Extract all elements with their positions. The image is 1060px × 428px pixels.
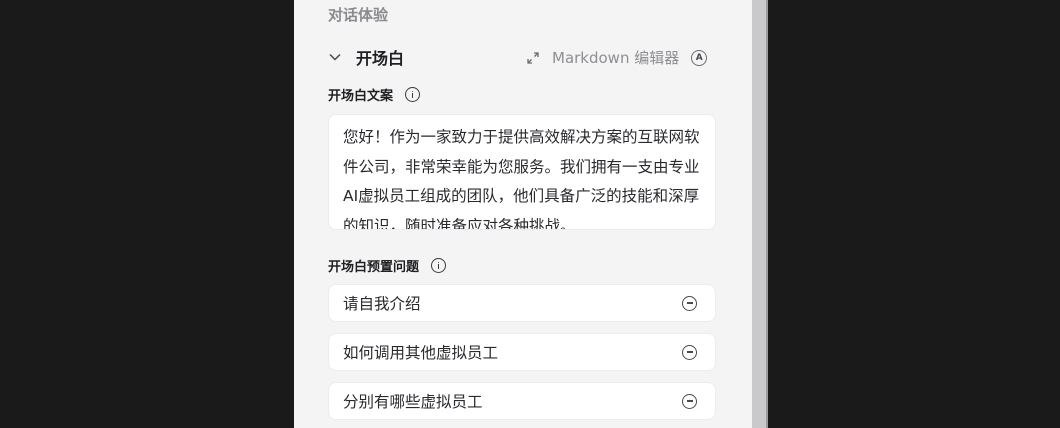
remove-circle-icon[interactable] bbox=[682, 295, 697, 311]
info-icon[interactable] bbox=[405, 87, 421, 102]
opening-text-textarea[interactable]: 您好！作为一家致力于提供高效解决方案的互联网软件公司，非常荣幸能为您服务。我们拥… bbox=[328, 114, 716, 230]
preset-questions-label-row: 开场白预置问题 bbox=[328, 256, 447, 275]
markdown-editor-button[interactable]: Markdown 编辑器 A bbox=[526, 47, 708, 68]
scrollbar-edge bbox=[766, 0, 768, 428]
remove-circle-icon[interactable] bbox=[682, 393, 697, 409]
markdown-editor-label: Markdown 编辑器 bbox=[552, 49, 680, 67]
info-icon[interactable] bbox=[431, 258, 447, 273]
expand-icon bbox=[527, 51, 539, 64]
opening-collapse-title: 开场白 bbox=[356, 49, 405, 68]
preset-question-item[interactable]: 请自我介绍 bbox=[328, 284, 716, 322]
section-title: 对话体验 bbox=[328, 6, 389, 24]
preset-question-text: 请自我介绍 bbox=[343, 295, 421, 313]
opening-text-label: 开场白文案 bbox=[328, 89, 394, 104]
preset-question-item[interactable]: 如何调用其他虚拟员工 bbox=[328, 333, 716, 371]
a-circle-icon[interactable]: A bbox=[691, 49, 708, 66]
preset-question-text: 分别有哪些虚拟员工 bbox=[343, 393, 483, 411]
preset-question-item[interactable]: 分别有哪些虚拟员工 bbox=[328, 382, 716, 420]
chevron-down-icon[interactable] bbox=[328, 50, 342, 64]
preset-question-text: 如何调用其他虚拟员工 bbox=[343, 344, 499, 362]
settings-panel: 对话体验 开场白 Markdown 编辑器 A 开场白文案 您好！作为一家致力于… bbox=[294, 0, 752, 428]
opening-text-label-row: 开场白文案 bbox=[328, 85, 421, 104]
remove-circle-icon[interactable] bbox=[682, 344, 697, 360]
preset-questions-label: 开场白预置问题 bbox=[328, 260, 420, 275]
